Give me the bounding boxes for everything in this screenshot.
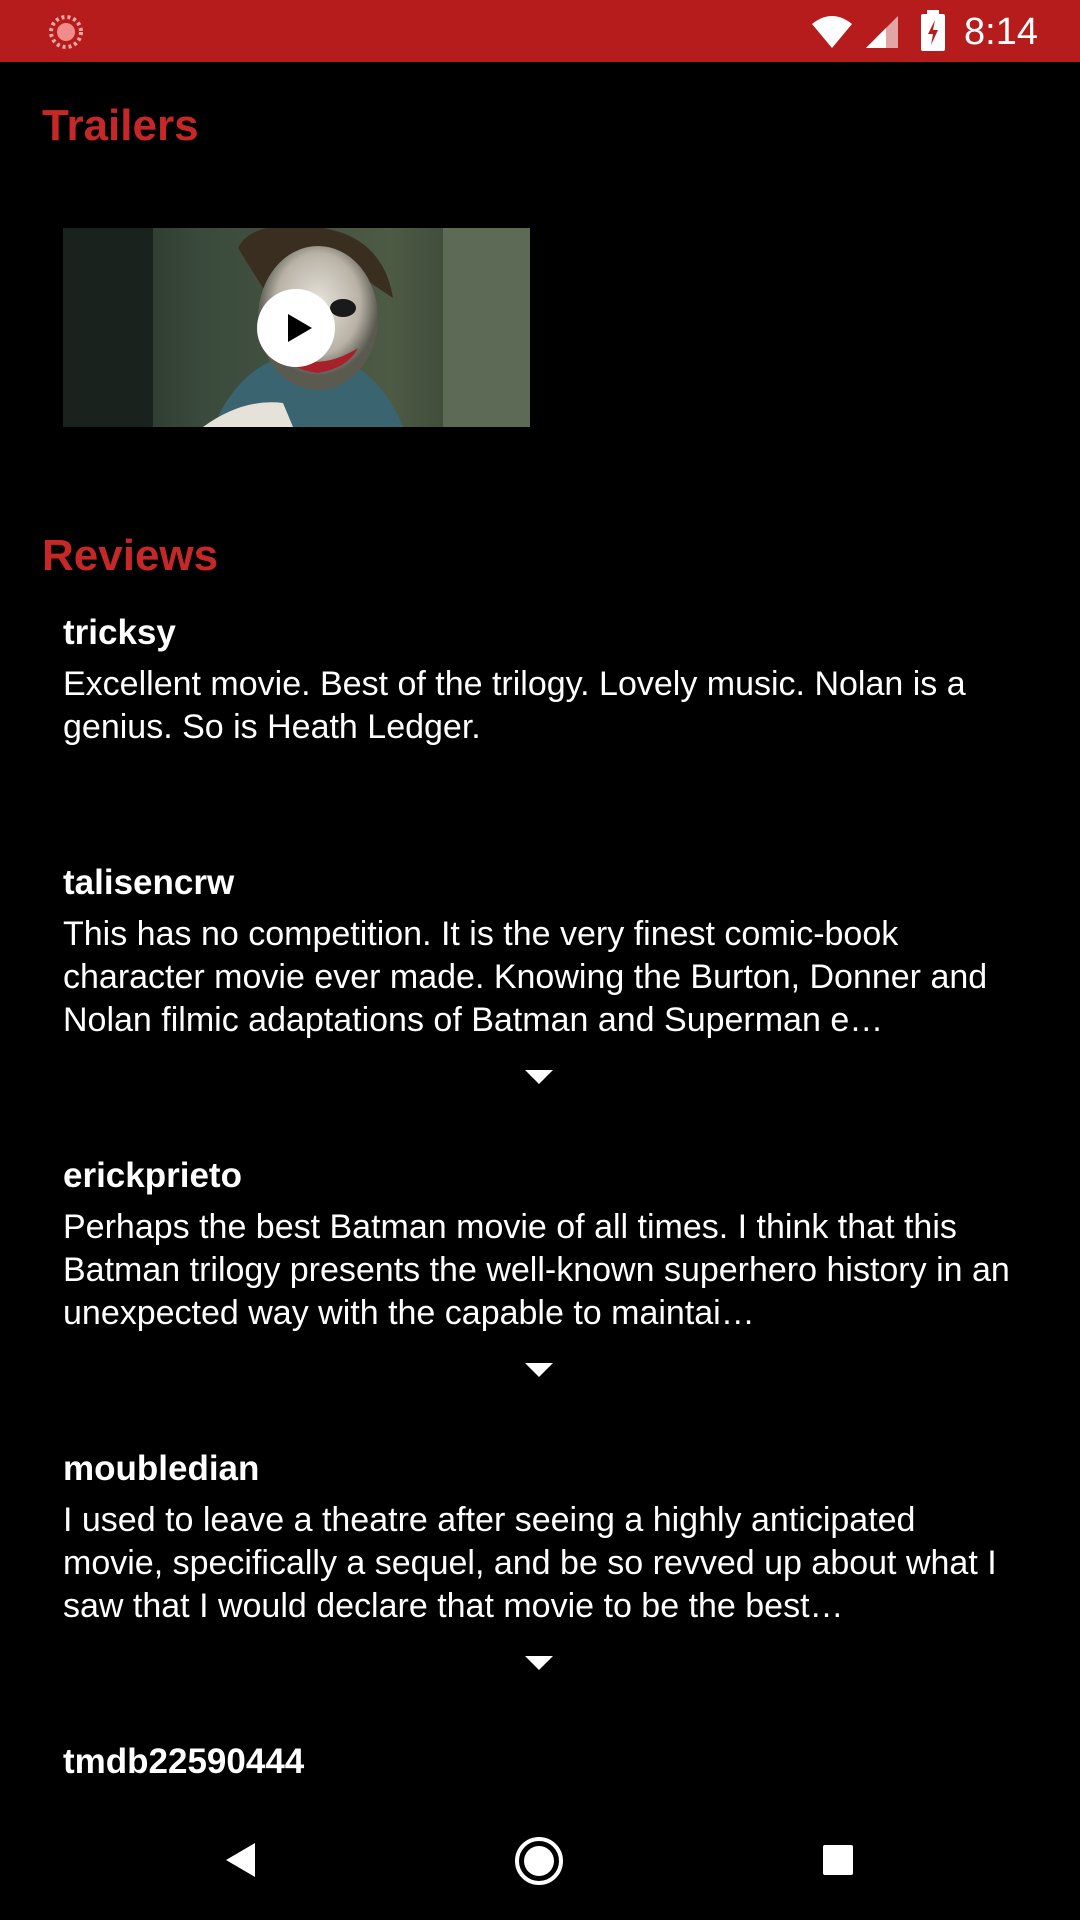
expand-review-icon[interactable] <box>524 1654 554 1672</box>
review-item: talisencrw This has no competition. It i… <box>63 863 1023 1042</box>
battery-charging-icon <box>921 10 945 51</box>
status-bar: 8:14 <box>0 0 1080 62</box>
review-author: talisencrw <box>63 863 235 902</box>
play-icon[interactable] <box>256 288 336 368</box>
review-author: moubledian <box>63 1449 260 1488</box>
review-item: tricksy Excellent movie. Best of the tri… <box>63 613 1023 749</box>
review-content: I used to leave a theatre after seeing a… <box>63 1501 997 1625</box>
review-item: erickprieto Perhaps the best Batman movi… <box>63 1156 1023 1335</box>
review-author: tricksy <box>63 613 176 652</box>
trailers-title: Trailers <box>42 101 199 150</box>
review-author: erickprieto <box>63 1156 242 1195</box>
signal-icon <box>866 16 898 48</box>
reviews-title: Reviews <box>42 531 219 580</box>
review-item: tmdb22590444 <box>63 1742 1023 1782</box>
wifi-icon <box>812 16 852 48</box>
review-item: moubledian I used to leave a theatre aft… <box>63 1449 1023 1628</box>
review-content: Perhaps the best Batman movie of all tim… <box>63 1208 1010 1332</box>
navigation-bar <box>0 1800 1080 1920</box>
review-author: tmdb22590444 <box>63 1742 305 1781</box>
review-content: This has no competition. It is the very … <box>63 915 988 1039</box>
expand-review-icon[interactable] <box>524 1068 554 1086</box>
review-content: Excellent movie. Best of the trilogy. Lo… <box>63 665 966 746</box>
back-icon[interactable] <box>222 1840 258 1880</box>
loading-icon <box>49 15 83 49</box>
home-icon[interactable] <box>514 1836 564 1886</box>
status-time: 8:14 <box>964 11 1038 53</box>
expand-review-icon[interactable] <box>524 1361 554 1379</box>
recents-icon[interactable] <box>822 1844 854 1876</box>
